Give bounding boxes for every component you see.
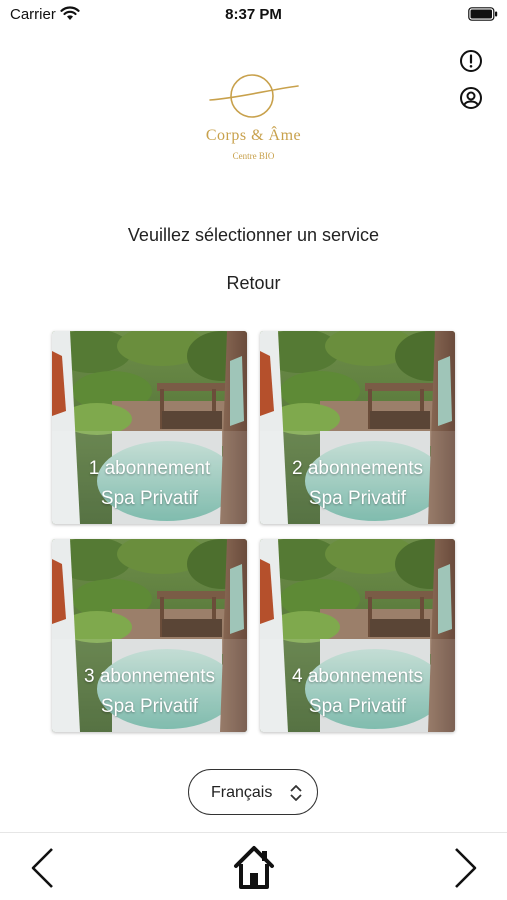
service-name: Spa Privatif [308,488,407,509]
status-time: 8:37 PM [225,6,282,23]
language-select[interactable]: Français [188,769,318,815]
service-card[interactable]: 4 abonnements Spa Privatif [260,539,455,732]
service-card-label: 2 abonnements Spa Privatif [260,454,455,514]
service-quantity: 2 abonnements [292,458,423,479]
battery-icon [468,7,498,21]
service-quantity: 3 abonnements [84,666,215,687]
brand-logo-icon [209,74,299,118]
brand-name: Corps & Âme [205,127,302,144]
back-button[interactable]: Retour [0,273,507,294]
chevron-right-icon[interactable] [450,846,480,890]
chevron-updown-icon [290,785,302,801]
service-card[interactable]: 2 abonnements Spa Privatif [260,331,455,524]
service-quantity: 4 abonnements [292,666,423,687]
bottom-divider [0,832,507,833]
service-card-label: 1 abonnement Spa Privatif [52,454,247,514]
page-instruction: Veuillez sélectionner un service [127,225,380,245]
service-card[interactable]: 1 abonnement Spa Privatif [52,331,247,524]
service-card[interactable]: 3 abonnements Spa Privatif [52,539,247,732]
service-quantity: 1 abonnement [88,458,211,479]
brand-subtitle: Centre BIO [232,151,275,161]
service-card-label: 4 abonnements Spa Privatif [260,662,455,722]
service-name: Spa Privatif [100,488,199,509]
service-name: Spa Privatif [308,696,407,717]
language-selected-label: Français [211,784,273,801]
alert-circle-icon[interactable] [459,49,483,73]
status-bar: Carrier 8:37 PM [0,0,507,28]
service-name: Spa Privatif [100,696,199,717]
chevron-left-icon[interactable] [28,846,58,890]
user-circle-icon[interactable] [459,86,483,110]
service-card-label: 3 abonnements Spa Privatif [52,662,247,722]
home-icon[interactable] [230,843,278,891]
